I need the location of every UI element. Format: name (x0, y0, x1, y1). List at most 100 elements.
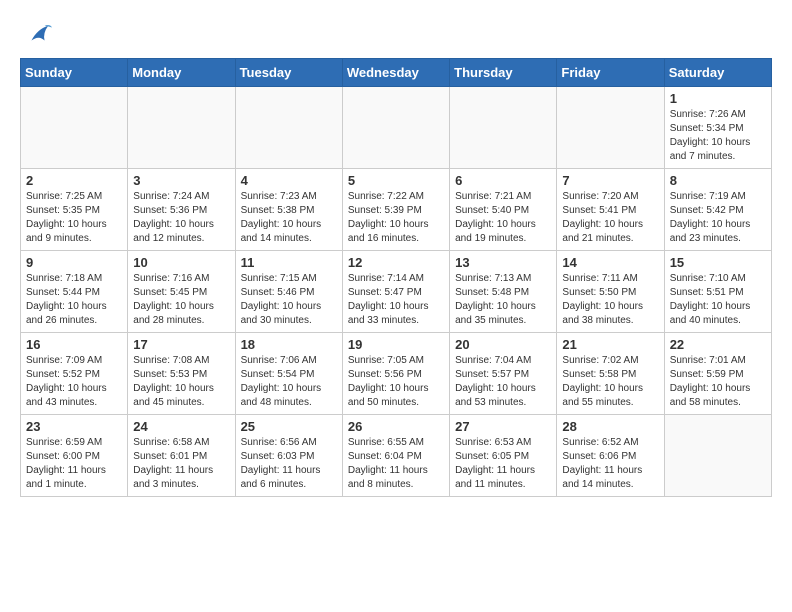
day-number: 25 (241, 419, 337, 434)
day-number: 22 (670, 337, 766, 352)
weekday-header: Tuesday (235, 59, 342, 87)
day-info: Sunrise: 7:21 AM Sunset: 5:40 PM Dayligh… (455, 190, 551, 246)
day-number: 19 (348, 337, 444, 352)
day-number: 17 (133, 337, 229, 352)
logo (20, 20, 52, 48)
weekday-header: Monday (128, 59, 235, 87)
day-info: Sunrise: 6:58 AM Sunset: 6:01 PM Dayligh… (133, 436, 229, 492)
day-info: Sunrise: 7:02 AM Sunset: 5:58 PM Dayligh… (562, 354, 658, 410)
day-info: Sunrise: 6:53 AM Sunset: 6:05 PM Dayligh… (455, 436, 551, 492)
day-number: 12 (348, 255, 444, 270)
calendar-day-cell: 6Sunrise: 7:21 AM Sunset: 5:40 PM Daylig… (450, 169, 557, 251)
day-number: 27 (455, 419, 551, 434)
calendar-day-cell (128, 87, 235, 169)
day-number: 13 (455, 255, 551, 270)
day-info: Sunrise: 7:20 AM Sunset: 5:41 PM Dayligh… (562, 190, 658, 246)
day-info: Sunrise: 7:19 AM Sunset: 5:42 PM Dayligh… (670, 190, 766, 246)
day-info: Sunrise: 6:55 AM Sunset: 6:04 PM Dayligh… (348, 436, 444, 492)
day-number: 20 (455, 337, 551, 352)
day-info: Sunrise: 6:59 AM Sunset: 6:00 PM Dayligh… (26, 436, 122, 492)
calendar-day-cell: 23 Sunrise: 6:59 AM Sunset: 6:00 PM Dayli… (21, 415, 128, 497)
calendar-day-cell (450, 87, 557, 169)
calendar-day-cell: 7 Sunrise: 7:20 AM Sunset: 5:41 PM Daylig… (557, 169, 664, 251)
calendar-day-cell: 4 Sunrise: 7:23 AM Sunset: 5:38 PM Daylig… (235, 169, 342, 251)
calendar-week-row: 9Sunrise: 7:18 AM Sunset: 5:44 PM Daylig… (21, 251, 772, 333)
calendar-week-row: 2 Sunrise: 7:25 AM Sunset: 5:35 PM Daylig… (21, 169, 772, 251)
day-info: Sunrise: 7:16 AM Sunset: 5:45 PM Dayligh… (133, 272, 229, 328)
calendar-day-cell: 2 Sunrise: 7:25 AM Sunset: 5:35 PM Daylig… (21, 169, 128, 251)
day-number: 24 (133, 419, 229, 434)
day-number: 11 (241, 255, 337, 270)
day-number: 21 (562, 337, 658, 352)
day-number: 23 (26, 419, 122, 434)
weekday-header: Wednesday (342, 59, 449, 87)
calendar-day-cell: 14 Sunrise: 7:11 AM Sunset: 5:50 PM Dayli… (557, 251, 664, 333)
calendar-day-cell: 19 Sunrise: 7:05 AM Sunset: 5:56 PM Dayli… (342, 333, 449, 415)
calendar-day-cell: 15 Sunrise: 7:10 AM Sunset: 5:51 PM Dayli… (664, 251, 771, 333)
day-info: Sunrise: 7:13 AM Sunset: 5:48 PM Dayligh… (455, 272, 551, 328)
day-number: 5 (348, 173, 444, 188)
day-info: Sunrise: 7:24 AM Sunset: 5:36 PM Dayligh… (133, 190, 229, 246)
calendar-day-cell: 20 Sunrise: 7:04 AM Sunset: 5:57 PM Dayli… (450, 333, 557, 415)
calendar-day-cell: 21 Sunrise: 7:02 AM Sunset: 5:58 PM Dayli… (557, 333, 664, 415)
calendar-day-cell (342, 87, 449, 169)
calendar-day-cell: 25 Sunrise: 6:56 AM Sunset: 6:03 PM Dayli… (235, 415, 342, 497)
day-info: Sunrise: 7:08 AM Sunset: 5:53 PM Dayligh… (133, 354, 229, 410)
calendar-day-cell: 10 Sunrise: 7:16 AM Sunset: 5:45 PM Dayli… (128, 251, 235, 333)
day-number: 7 (562, 173, 658, 188)
day-info: Sunrise: 7:04 AM Sunset: 5:57 PM Dayligh… (455, 354, 551, 410)
day-info: Sunrise: 7:18 AM Sunset: 5:44 PM Dayligh… (26, 272, 122, 328)
calendar-day-cell: 28 Sunrise: 6:52 AM Sunset: 6:06 PM Dayli… (557, 415, 664, 497)
calendar-day-cell: 3Sunrise: 7:24 AM Sunset: 5:36 PM Daylig… (128, 169, 235, 251)
weekday-header: Saturday (664, 59, 771, 87)
day-info: Sunrise: 7:22 AM Sunset: 5:39 PM Dayligh… (348, 190, 444, 246)
calendar-day-cell: 16 Sunrise: 7:09 AM Sunset: 5:52 PM Dayli… (21, 333, 128, 415)
calendar-day-cell: 24 Sunrise: 6:58 AM Sunset: 6:01 PM Dayli… (128, 415, 235, 497)
day-info: Sunrise: 6:56 AM Sunset: 6:03 PM Dayligh… (241, 436, 337, 492)
logo-bird-icon (24, 20, 52, 48)
day-info: Sunrise: 7:11 AM Sunset: 5:50 PM Dayligh… (562, 272, 658, 328)
weekday-header: Friday (557, 59, 664, 87)
calendar-table: SundayMondayTuesdayWednesdayThursdayFrid… (20, 58, 772, 497)
calendar-day-cell (21, 87, 128, 169)
calendar-day-cell (664, 415, 771, 497)
day-info: Sunrise: 7:09 AM Sunset: 5:52 PM Dayligh… (26, 354, 122, 410)
calendar-week-row: 16 Sunrise: 7:09 AM Sunset: 5:52 PM Dayli… (21, 333, 772, 415)
calendar-day-cell (557, 87, 664, 169)
day-number: 15 (670, 255, 766, 270)
day-number: 8 (670, 173, 766, 188)
calendar-day-cell: 18 Sunrise: 7:06 AM Sunset: 5:54 PM Dayli… (235, 333, 342, 415)
calendar-week-row: 1 Sunrise: 7:26 AM Sunset: 5:34 PM Daylig… (21, 87, 772, 169)
weekday-header: Sunday (21, 59, 128, 87)
weekday-header-row: SundayMondayTuesdayWednesdayThursdayFrid… (21, 59, 772, 87)
day-number: 18 (241, 337, 337, 352)
day-number: 16 (26, 337, 122, 352)
calendar-day-cell: 12Sunrise: 7:14 AM Sunset: 5:47 PM Dayli… (342, 251, 449, 333)
calendar-day-cell: 17 Sunrise: 7:08 AM Sunset: 5:53 PM Dayli… (128, 333, 235, 415)
day-info: Sunrise: 6:52 AM Sunset: 6:06 PM Dayligh… (562, 436, 658, 492)
calendar-day-cell: 1 Sunrise: 7:26 AM Sunset: 5:34 PM Daylig… (664, 87, 771, 169)
day-info: Sunrise: 7:01 AM Sunset: 5:59 PM Dayligh… (670, 354, 766, 410)
calendar-day-cell: 27 Sunrise: 6:53 AM Sunset: 6:05 PM Dayli… (450, 415, 557, 497)
calendar-day-cell: 9Sunrise: 7:18 AM Sunset: 5:44 PM Daylig… (21, 251, 128, 333)
day-number: 10 (133, 255, 229, 270)
day-info: Sunrise: 7:06 AM Sunset: 5:54 PM Dayligh… (241, 354, 337, 410)
calendar-day-cell: 22 Sunrise: 7:01 AM Sunset: 5:59 PM Dayli… (664, 333, 771, 415)
calendar-day-cell: 26 Sunrise: 6:55 AM Sunset: 6:04 PM Dayli… (342, 415, 449, 497)
day-number: 4 (241, 173, 337, 188)
day-number: 14 (562, 255, 658, 270)
day-number: 26 (348, 419, 444, 434)
day-info: Sunrise: 7:10 AM Sunset: 5:51 PM Dayligh… (670, 272, 766, 328)
weekday-header: Thursday (450, 59, 557, 87)
day-info: Sunrise: 7:15 AM Sunset: 5:46 PM Dayligh… (241, 272, 337, 328)
day-info: Sunrise: 7:25 AM Sunset: 5:35 PM Dayligh… (26, 190, 122, 246)
day-number: 2 (26, 173, 122, 188)
day-info: Sunrise: 7:26 AM Sunset: 5:34 PM Dayligh… (670, 108, 766, 164)
day-info: Sunrise: 7:05 AM Sunset: 5:56 PM Dayligh… (348, 354, 444, 410)
calendar-day-cell: 5 Sunrise: 7:22 AM Sunset: 5:39 PM Daylig… (342, 169, 449, 251)
day-number: 28 (562, 419, 658, 434)
day-number: 1 (670, 91, 766, 106)
calendar-day-cell (235, 87, 342, 169)
day-info: Sunrise: 7:23 AM Sunset: 5:38 PM Dayligh… (241, 190, 337, 246)
calendar-day-cell: 13 Sunrise: 7:13 AM Sunset: 5:48 PM Dayli… (450, 251, 557, 333)
